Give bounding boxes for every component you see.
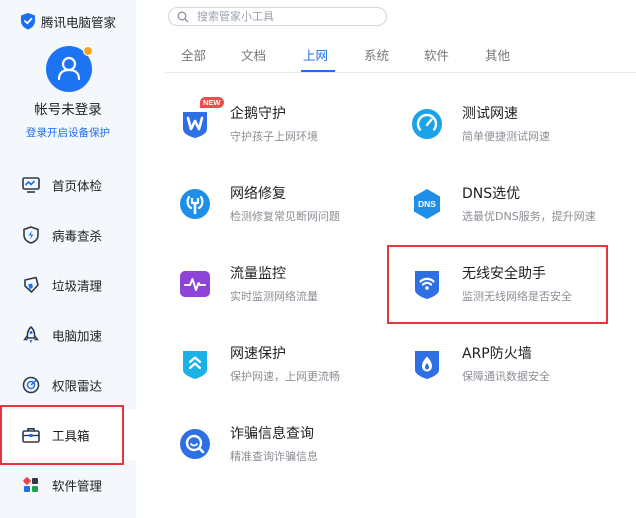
monitor-icon (22, 176, 40, 194)
radar-icon (22, 376, 40, 394)
sidebar-item-permission-radar[interactable]: 权限雷达 (0, 360, 136, 410)
notification-dot (83, 46, 93, 56)
sidebar-item-speedup[interactable]: 电脑加速 (0, 310, 136, 360)
tool-fraud-query[interactable]: 诈骗信息查询 精准查询诈骗信息 (178, 421, 388, 477)
tool-name: ARP防火墙 (462, 346, 532, 362)
tab-all[interactable]: 全部 (181, 45, 206, 64)
tool-dns-optimize[interactable]: DNS DNS选优 选最优DNS服务，提升网速 (410, 181, 620, 237)
tool-speed-test[interactable]: 测试网速 简单便捷测试网速 (410, 101, 620, 157)
apps-icon (22, 476, 40, 494)
tool-network-repair[interactable]: 网络修复 检测修复常见断网问题 (178, 181, 388, 237)
dns-icon: DNS (410, 187, 444, 221)
shield-bolt-icon (22, 226, 40, 244)
speedometer-icon (410, 107, 444, 141)
tool-description: 保护网速，上网更流畅 (230, 370, 340, 383)
tool-wireless-security[interactable]: 无线安全助手 监测无线网络是否安全 (410, 261, 620, 317)
tool-description: 简单便捷测试网速 (462, 130, 550, 143)
login-link[interactable]: 登录开启设备保护 (0, 125, 136, 140)
sidebar-item-label: 电脑加速 (52, 328, 103, 344)
sidebar-item-label: 首页体检 (52, 178, 103, 194)
tool-description: 实时监测网络流量 (230, 290, 318, 303)
tool-name: 无线安全助手 (462, 266, 546, 282)
new-badge: NEW (200, 97, 224, 108)
traffic-monitor-icon (178, 267, 212, 301)
sidebar-item-software-manager[interactable]: 软件管理 (0, 460, 136, 510)
tabs-divider (165, 72, 636, 73)
sidebar-item-home-checkup[interactable]: 首页体检 (0, 160, 136, 210)
tool-name: 流量监控 (230, 266, 286, 282)
app-title: 腾讯电脑管家 (20, 11, 116, 31)
fraud-query-icon (178, 427, 212, 461)
search-icon (177, 11, 189, 23)
tool-description: 监测无线网络是否安全 (462, 290, 572, 303)
network-repair-icon (178, 187, 212, 221)
sidebar-item-label: 工具箱 (52, 428, 90, 444)
sidebar-item-label: 垃圾清理 (52, 278, 103, 294)
tool-name: 测试网速 (462, 106, 518, 122)
rocket-icon (22, 326, 40, 344)
dns-icon-text: DNS (418, 199, 436, 209)
search-input[interactable] (195, 9, 379, 24)
tool-speed-protection[interactable]: 网速保护 保护网速，上网更流畅 (178, 341, 388, 397)
wifi-shield-icon (410, 267, 444, 301)
tab-documents[interactable]: 文档 (241, 45, 266, 64)
account-name: 帐号未登录 (34, 102, 102, 118)
sidebar-item-label: 病毒查杀 (52, 228, 103, 244)
sidebar-item-virus-scan[interactable]: 病毒查杀 (0, 210, 136, 260)
app-title-text: 腾讯电脑管家 (41, 14, 117, 30)
tool-name: DNS选优 (462, 186, 521, 202)
tab-software[interactable]: 软件 (424, 45, 449, 64)
tool-description: 精准查询诈骗信息 (230, 450, 318, 463)
tool-name: 诈骗信息查询 (230, 426, 314, 442)
sidebar-item-toolbox[interactable]: 工具箱 (0, 410, 136, 460)
tab-internet[interactable]: 上网 (303, 45, 328, 64)
sidebar-item-label: 权限雷达 (52, 378, 103, 394)
penguin-guard-icon (178, 107, 212, 141)
sidebar-item-junk-clean[interactable]: 垃圾清理 (0, 260, 136, 310)
avatar[interactable] (46, 46, 93, 92)
tool-name: 企鹅守护 (230, 106, 286, 122)
toolbox-icon (22, 426, 40, 444)
tool-description: 选最优DNS服务，提升网速 (462, 210, 596, 223)
tool-description: 保障通讯数据安全 (462, 370, 550, 383)
tab-system[interactable]: 系统 (364, 45, 389, 64)
tool-name: 网络修复 (230, 186, 286, 202)
search-box[interactable] (168, 7, 387, 26)
tool-traffic-monitor[interactable]: 流量监控 实时监测网络流量 (178, 261, 388, 317)
sidebar: 腾讯电脑管家 帐号未登录 登录开启设备保护 首页体检 病毒查杀 垃圾清理 电脑加… (0, 0, 136, 518)
tool-description: 守护孩子上网环境 (230, 130, 318, 143)
app-logo-icon (20, 12, 36, 30)
sidebar-item-label: 软件管理 (52, 478, 103, 494)
tab-other[interactable]: 其他 (485, 45, 510, 64)
tool-name: 网速保护 (230, 346, 286, 362)
firewall-icon (410, 347, 444, 381)
broom-icon (22, 276, 40, 294)
tool-arp-firewall[interactable]: ARP防火墙 保障通讯数据安全 (410, 341, 620, 397)
tool-description: 检测修复常见断网问题 (230, 210, 340, 223)
tool-penguin-guard[interactable]: NEW 企鹅守护 守护孩子上网环境 (178, 97, 388, 157)
speed-protect-icon (178, 347, 212, 381)
